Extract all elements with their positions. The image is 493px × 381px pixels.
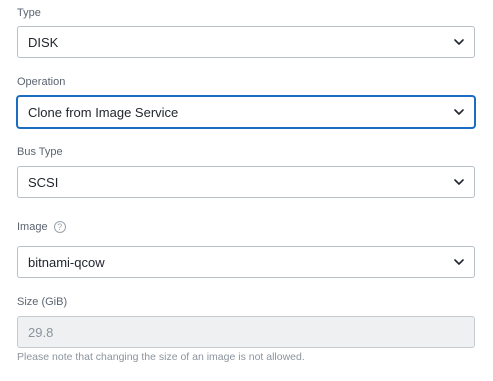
- operation-label: Operation: [17, 75, 65, 89]
- chevron-down-icon: [450, 253, 468, 271]
- image-label-text: Image: [17, 221, 48, 233]
- size-note: Please note that changing the size of an…: [17, 351, 305, 363]
- type-select-value: DISK: [28, 34, 59, 50]
- chevron-down-icon: [450, 103, 468, 121]
- bus-type-label: Bus Type: [17, 145, 63, 159]
- type-label-text: Type: [17, 7, 41, 19]
- image-select-value: bitnami-qcow: [28, 254, 105, 270]
- type-select[interactable]: DISK: [17, 26, 475, 58]
- size-label: Size (GiB): [17, 295, 67, 309]
- question-circle-icon[interactable]: ?: [53, 221, 66, 233]
- type-label: Type: [17, 6, 41, 20]
- image-label: Image ?: [17, 220, 66, 234]
- bus-type-select-value: SCSI: [28, 174, 59, 190]
- operation-label-text: Operation: [17, 76, 66, 88]
- chevron-down-icon: [450, 173, 468, 191]
- bus-type-label-text: Bus Type: [17, 146, 63, 158]
- operation-select[interactable]: Clone from Image Service: [17, 96, 475, 128]
- image-select[interactable]: bitnami-qcow: [17, 246, 475, 278]
- chevron-down-icon: [450, 33, 468, 51]
- operation-select-value: Clone from Image Service: [28, 104, 179, 120]
- size-label-text: Size (GiB): [17, 296, 68, 308]
- size-input-value: 29.8: [28, 324, 54, 340]
- size-input: 29.8: [17, 316, 475, 348]
- bus-type-select[interactable]: SCSI: [17, 166, 475, 198]
